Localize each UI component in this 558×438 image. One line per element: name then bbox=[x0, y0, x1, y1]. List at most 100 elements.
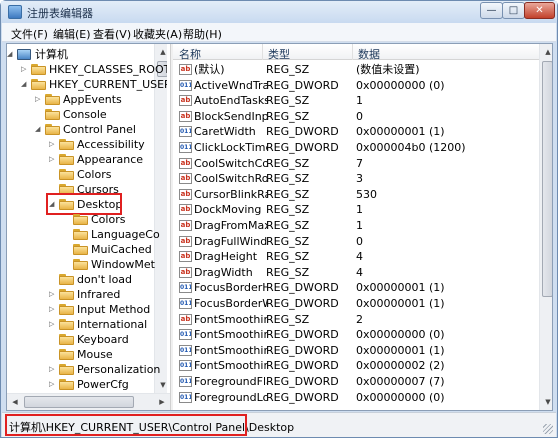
minimize-button[interactable]: — bbox=[480, 2, 503, 19]
value-name: CaretWidth bbox=[194, 125, 256, 139]
menu-file[interactable]: 文件(F) bbox=[11, 26, 48, 42]
value-row[interactable]: 011FontSmoothin...REG_DWORD 0x00000000 (0… bbox=[173, 327, 539, 342]
tree-item-powercfg[interactable]: ▷ PowerCfg bbox=[7, 377, 154, 392]
tree-item-mouse[interactable]: Mouse bbox=[7, 347, 154, 362]
column-header-name[interactable]: 名称 bbox=[179, 46, 201, 62]
tree-item-label: Control Panel bbox=[63, 123, 136, 136]
column-separator[interactable] bbox=[352, 44, 353, 60]
close-button[interactable]: ✕ bbox=[524, 2, 555, 19]
tree-item-languageconfiguration[interactable]: LanguageCo bbox=[7, 227, 160, 242]
tree-hscroll-thumb[interactable] bbox=[24, 396, 134, 408]
tree-item-input-method[interactable]: ▷ Input Method bbox=[7, 302, 154, 317]
expand-icon[interactable]: ▷ bbox=[49, 287, 57, 302]
expand-icon[interactable]: ▷ bbox=[49, 377, 57, 392]
string-value-icon: ab bbox=[179, 220, 192, 231]
scroll-up-icon[interactable]: ▲ bbox=[155, 44, 167, 60]
value-name: FontSmoothin... bbox=[194, 328, 267, 342]
value-row[interactable]: 011FontSmoothin...REG_DWORD 0x00000001 (1… bbox=[173, 343, 539, 358]
value-row[interactable]: ab DragHeight REG_SZ 4 bbox=[173, 249, 539, 264]
expand-icon[interactable]: ▷ bbox=[49, 302, 57, 317]
value-data: 3 bbox=[356, 172, 363, 186]
value-data: (数值未设置) bbox=[356, 63, 420, 76]
list-vertical-scrollbar[interactable]: ▲ ▼ bbox=[539, 44, 552, 410]
tree-vertical-scrollbar[interactable]: ▲ ▼ bbox=[154, 44, 167, 393]
scroll-left-icon[interactable]: ◀ bbox=[7, 394, 23, 410]
value-row[interactable]: abCoolSwitchRowsREG_SZ 3 bbox=[173, 171, 539, 186]
folder-icon bbox=[73, 214, 88, 225]
value-row[interactable]: 011FocusBorderH...REG_DWORD 0x00000001 (1… bbox=[173, 280, 539, 295]
status-path-highlight bbox=[5, 414, 247, 436]
value-row[interactable]: abDragFullWindo...REG_SZ 0 bbox=[173, 234, 539, 249]
tree-horizontal-scrollbar[interactable]: ◀ ▶ bbox=[7, 393, 170, 410]
value-row[interactable]: abBlockSendInpu...REG_SZ 0 bbox=[173, 109, 539, 124]
tree-item-dont-load[interactable]: don't load bbox=[7, 272, 154, 287]
expand-icon[interactable]: ▷ bbox=[21, 62, 29, 77]
value-row[interactable]: abFontSmoothingREG_SZ 2 bbox=[173, 312, 539, 327]
scroll-up-icon[interactable]: ▲ bbox=[540, 44, 552, 60]
value-name: AutoEndTasks bbox=[194, 94, 267, 108]
value-row[interactable]: 011FontSmoothin...REG_DWORD 0x00000002 (2… bbox=[173, 358, 539, 373]
value-row[interactable]: 011FocusBorderW...REG_DWORD 0x00000001 (1… bbox=[173, 296, 539, 311]
expand-icon[interactable]: ▷ bbox=[35, 92, 43, 107]
tree-item-international[interactable]: ▷ International bbox=[7, 317, 154, 332]
expand-icon[interactable]: ▷ bbox=[49, 152, 57, 167]
value-type: REG_DWORD bbox=[266, 343, 339, 357]
value-row[interactable]: 011 ClickLockTime REG_DWORD 0x000004b0 (120… bbox=[173, 140, 539, 155]
value-row[interactable]: 011ActiveWndTrac...REG_DWORD 0x00000000 (… bbox=[173, 78, 539, 93]
collapse-icon[interactable]: ◢ bbox=[7, 47, 15, 62]
folder-icon bbox=[73, 229, 88, 240]
tree-item-computer[interactable]: ◢ 计算机 bbox=[7, 47, 154, 62]
menu-edit[interactable]: 编辑(E) bbox=[53, 26, 91, 42]
string-value-icon: ab bbox=[179, 173, 192, 185]
tree-item-windowmetrics[interactable]: WindowMet bbox=[7, 257, 155, 272]
tree-item-colors[interactable]: Colors bbox=[7, 167, 154, 182]
value-row[interactable]: 011ForegroundLo...REG_DWORD 0x00000000 (0… bbox=[173, 390, 539, 405]
maximize-button[interactable]: □ bbox=[502, 2, 525, 19]
value-row[interactable]: ab DragWidth REG_SZ 4 bbox=[173, 265, 539, 280]
value-row[interactable]: abCoolSwitchCol...REG_SZ 7 bbox=[173, 156, 539, 171]
collapse-icon[interactable]: ◢ bbox=[21, 77, 29, 92]
value-data: 0 bbox=[356, 109, 363, 123]
scroll-down-icon[interactable]: ▼ bbox=[540, 394, 552, 410]
resize-grip-icon[interactable] bbox=[543, 424, 553, 434]
value-row[interactable]: ab DockMoving REG_SZ 1 bbox=[173, 202, 539, 217]
tree-item-keyboard[interactable]: Keyboard bbox=[7, 332, 154, 347]
tree-item-desktop-colors[interactable]: Colors bbox=[7, 212, 154, 227]
tree-item-desktop[interactable]: ◢ Desktop bbox=[7, 193, 154, 215]
value-type: REG_DWORD bbox=[266, 390, 339, 404]
tree-item-personalization[interactable]: ▷ Personalization bbox=[7, 362, 160, 377]
value-row[interactable]: 011 CaretWidth REG_DWORD 0x00000001 (1) bbox=[173, 124, 539, 139]
menu-help[interactable]: 帮助(H) bbox=[183, 26, 222, 42]
column-header-type[interactable]: 类型 bbox=[268, 46, 290, 62]
binary-value-icon: 011 bbox=[179, 126, 192, 138]
tree-item-accessibility[interactable]: ▷ Accessibility bbox=[7, 137, 154, 152]
string-value-icon: ab bbox=[179, 157, 192, 169]
expand-icon[interactable]: ▷ bbox=[49, 137, 57, 152]
value-row[interactable]: ab (默认) REG_SZ (数值未设置) bbox=[173, 62, 539, 77]
column-header-data[interactable]: 数据 bbox=[358, 46, 380, 62]
tree-item-label: Mouse bbox=[77, 348, 113, 361]
tree-item-infrared[interactable]: ▷ Infrared bbox=[7, 287, 154, 302]
list-scroll-thumb[interactable] bbox=[542, 61, 552, 297]
value-row[interactable]: abCursorBlinkRateREG_SZ 530 bbox=[173, 187, 539, 202]
value-row[interactable]: abDragFromMaxi...REG_SZ 1 bbox=[173, 218, 539, 233]
folder-icon bbox=[45, 109, 60, 120]
scroll-down-icon[interactable]: ▼ bbox=[155, 377, 167, 393]
tree-item-muicached[interactable]: MuiCached bbox=[7, 242, 154, 257]
value-row[interactable]: ab AutoEndTasks REG_SZ 1 bbox=[173, 93, 539, 108]
menu-view[interactable]: 查看(V) bbox=[93, 26, 131, 42]
collapse-icon[interactable]: ◢ bbox=[35, 122, 43, 137]
tree-item-hkey-classes-root[interactable]: ▷ HKEY_CLASSES_ROOT bbox=[7, 62, 167, 77]
tree-item-appevents[interactable]: ▷ AppEvents bbox=[7, 92, 154, 107]
tree-item-hkey-current-user[interactable]: ◢ HKEY_CURRENT_USER bbox=[7, 77, 167, 92]
tree-item-appearance[interactable]: ▷ Appearance bbox=[7, 152, 154, 167]
expand-icon[interactable]: ▷ bbox=[49, 317, 57, 332]
menu-favorites[interactable]: 收藏夹(A) bbox=[133, 26, 182, 42]
scroll-right-icon[interactable]: ▶ bbox=[154, 394, 170, 410]
expand-icon[interactable]: ▷ bbox=[49, 362, 57, 377]
value-row[interactable]: 011ForegroundFla...REG_DWORD 0x00000007 (… bbox=[173, 374, 539, 389]
tree-item-control-panel[interactable]: ◢ Control Panel bbox=[7, 122, 154, 137]
title-bar[interactable]: 注册表编辑器 — □ ✕ bbox=[1, 1, 557, 23]
tree-item-console[interactable]: Console bbox=[7, 107, 154, 122]
column-separator[interactable] bbox=[262, 44, 263, 60]
